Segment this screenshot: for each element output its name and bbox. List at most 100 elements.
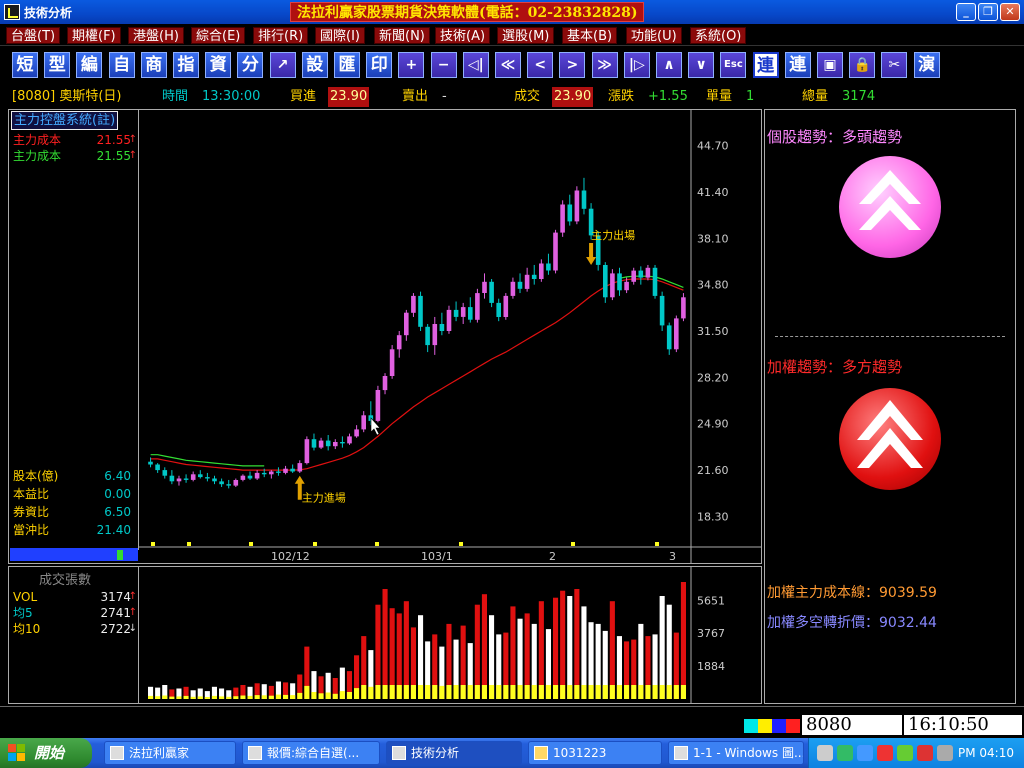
volume-bar-segment [531, 685, 537, 699]
menu-item[interactable]: 功能(U) [626, 27, 682, 44]
toolbar-button[interactable]: 演 [913, 52, 940, 78]
price-chart-panel[interactable]: 主力控盤系統(註) 主力成本 21.55 ↑ 主力成本 21.55 ↑ 股本(億… [8, 109, 762, 564]
quote-info-row: [8080] 奧斯特(日) 時間 13:30:00 買進 23.90 賣出 - … [8, 87, 1016, 107]
y-tick-label: 34.80 [697, 279, 729, 292]
toolbar-button[interactable]: 設 [301, 52, 328, 78]
image-icon [674, 746, 688, 760]
candle [603, 265, 608, 298]
minimize-button[interactable]: _ [956, 3, 976, 21]
volume-bar-segment [652, 685, 658, 699]
speaker-icon[interactable] [917, 745, 933, 761]
toolbar-button[interactable]: Esc [720, 52, 747, 78]
toolbar-button[interactable]: 印 [366, 52, 393, 78]
toolbar-button[interactable]: 匯 [334, 52, 360, 78]
toolbar-button[interactable]: 自 [108, 52, 135, 78]
volume-bar-segment [361, 685, 367, 699]
toolbar-button[interactable]: + [398, 52, 425, 78]
tray-app-icon[interactable] [897, 745, 913, 761]
tray-app-icon[interactable] [937, 745, 953, 761]
cost-line-red [150, 278, 684, 471]
menu-item[interactable]: 綜合(E) [191, 27, 246, 44]
menu-item[interactable]: 排行(R) [253, 27, 309, 44]
toolbar-button[interactable]: 資 [205, 52, 232, 78]
menu-item[interactable]: 系統(O) [690, 27, 747, 44]
task-image-viewer[interactable]: 1-1 - Windows 圖... [668, 741, 804, 765]
price-chart[interactable]: 44.70 41.40 38.10 34.80 31.50 28.20 24.90 21.60… [9, 110, 761, 563]
y-tick-label: 24.90 [697, 418, 729, 431]
volume-chart[interactable]: 5651 3767 1884 [9, 567, 761, 703]
toolbar-button[interactable]: 型 [44, 52, 71, 78]
toolbar-button[interactable]: 短 [12, 52, 38, 78]
candle [681, 297, 686, 319]
volume-bar [538, 601, 544, 699]
menu-item[interactable]: 選股(M) [497, 27, 555, 44]
toolbar-button[interactable]: 連 [784, 52, 811, 78]
volume-bar-segment [574, 685, 580, 699]
task-technical-analysis[interactable]: 技術分析 [386, 741, 522, 765]
candle [155, 464, 160, 471]
task-folder[interactable]: 1031223 [528, 741, 662, 765]
menu-item[interactable]: 港盤(H) [128, 27, 184, 44]
volume-chart-panel[interactable]: 成交張數 VOL 3174 ↑ 均5 2741 ↑ 均10 2722 ↓ 565… [8, 566, 762, 704]
toolbar-button[interactable]: 🔒 [849, 52, 876, 78]
candle [404, 312, 409, 336]
volume-bar-segment [304, 685, 310, 699]
total-value: 3174 [842, 89, 876, 104]
toolbar-button[interactable]: > [559, 52, 586, 78]
toolbar-button[interactable]: ✂ [881, 52, 908, 78]
start-button[interactable]: 開始 [0, 738, 92, 768]
menu-item[interactable]: 期權(F) [67, 27, 121, 44]
stock-code-input[interactable]: 8080 [802, 715, 902, 735]
tray-app-icon[interactable] [877, 745, 893, 761]
toolbar: 短型編自商指資分 ↗ 設匯印 + − ◁| ≪ < > ≫ |▷ ∧ ∨ Esc 連連 ▣ 🔒 ✂ 演 [0, 47, 1024, 83]
task-quote[interactable]: 報價:綜合自選(... [242, 741, 380, 765]
toolbar-button[interactable]: ∧ [656, 52, 682, 78]
x-tick-label: 103/1 [421, 550, 453, 563]
volume-bar-segment [425, 685, 431, 699]
change-value: +1.55 [648, 89, 688, 104]
volume-bar-segment [638, 685, 644, 699]
menu-item[interactable]: 台盤(T) [6, 27, 61, 44]
y-tick-label: 1884 [697, 660, 725, 673]
keyboard-icon[interactable] [817, 745, 833, 761]
volume-bar-segment [645, 685, 651, 699]
volume-bar-segment [148, 695, 154, 699]
volume-bar-segment [226, 696, 232, 699]
volume-bar [680, 582, 686, 699]
menu-item[interactable]: 基本(B) [562, 27, 618, 44]
maximize-button[interactable]: ❐ [978, 3, 998, 21]
toolbar-button[interactable]: 指 [173, 52, 199, 78]
toolbar-button[interactable]: ∨ [688, 52, 715, 78]
volume-bar-segment [325, 692, 331, 699]
candle [666, 325, 672, 350]
toolbar-button[interactable]: 商 [140, 52, 167, 78]
toolbar-button[interactable]: − [430, 52, 457, 78]
volume-bar-segment [503, 685, 509, 699]
menu-item[interactable]: 新聞(N) [374, 27, 430, 44]
candle [411, 295, 416, 313]
candle [652, 267, 658, 296]
toolbar-button[interactable]: ▣ [817, 52, 843, 78]
y-tick-label: 5651 [697, 594, 725, 607]
chart-app-icon[interactable] [4, 4, 20, 20]
task-ferrari-winner[interactable]: 法拉利贏家 [104, 741, 236, 765]
volume-bar-segment [332, 693, 338, 699]
toolbar-button[interactable]: 編 [76, 52, 103, 78]
toolbar-button[interactable]: ◁| [462, 52, 489, 78]
toolbar-button[interactable]: |▷ [623, 52, 650, 78]
toolbar-button[interactable]: ↗ [269, 52, 296, 78]
trend-panel: 個股趨勢：多頭趨勢 加權趨勢：多方趨勢 加權主力成本線：9039.59 加權多空… [764, 109, 1016, 704]
menu-item[interactable]: 技術(A) [435, 27, 491, 44]
scroll-thumb[interactable] [117, 550, 123, 560]
toolbar-button[interactable]: 分 [237, 52, 264, 78]
network-icon[interactable] [837, 745, 853, 761]
tray-app-icon[interactable] [857, 745, 873, 761]
toolbar-button[interactable]: < [527, 52, 554, 78]
toolbar-button[interactable]: 連 [752, 52, 779, 78]
menu-item[interactable]: 國際(I) [315, 27, 365, 44]
app-icon [248, 746, 262, 760]
candle [496, 302, 501, 317]
toolbar-button[interactable]: ≪ [495, 52, 521, 78]
toolbar-button[interactable]: ≫ [591, 52, 618, 78]
close-button[interactable]: ✕ [1000, 3, 1020, 21]
